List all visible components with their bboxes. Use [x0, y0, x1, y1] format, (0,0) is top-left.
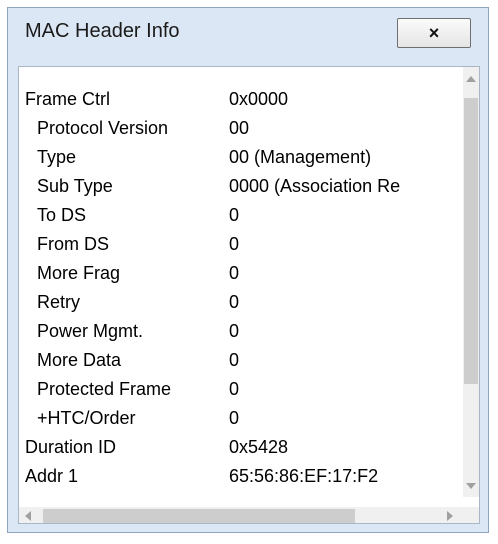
field-row[interactable]: Type 00 (Management) — [19, 143, 455, 171]
field-label: +HTC/Order — [37, 408, 136, 428]
scroll-up-arrow-icon[interactable] — [466, 76, 476, 82]
field-label: More Data — [37, 350, 122, 370]
field-row[interactable]: Protected Frame 0 — [19, 375, 455, 403]
field-row[interactable]: From DS 0 — [19, 230, 455, 258]
horizontal-scroll-thumb[interactable] — [43, 509, 355, 523]
field-label: Retry — [37, 292, 81, 312]
title-bar[interactable]: MAC Header Info × — [8, 8, 488, 60]
field-value: 0000 (Association Re — [229, 176, 401, 196]
field-label: From DS — [37, 234, 109, 254]
field-label: To DS — [37, 205, 87, 225]
scrollbar-corner — [463, 507, 479, 523]
close-icon: × — [428, 23, 440, 43]
field-value: 0 — [229, 234, 240, 254]
scroll-right-arrow-icon[interactable] — [447, 511, 453, 521]
vertical-scrollbar[interactable] — [463, 67, 479, 497]
field-row[interactable]: Sub Type 0000 (Association Re — [19, 172, 455, 200]
field-list: Frame Ctrl 0x0000 Protocol Version 00 Type 00… — [19, 67, 455, 497]
field-row[interactable]: To DS 0 — [19, 201, 455, 229]
field-value: 0 — [229, 350, 240, 370]
field-row[interactable]: More Frag 0 — [19, 259, 455, 287]
field-row[interactable]: Duration ID 0x5428 — [19, 433, 455, 461]
field-value: 0 — [229, 321, 240, 341]
field-row[interactable]: Addr 1 65:56:86:EF:17:F2 — [19, 462, 455, 490]
field-value: 0 — [229, 379, 240, 399]
header-fields-panel: Frame Ctrl 0x0000 Protocol Version 00 Type 00… — [18, 66, 480, 524]
field-value: 0 — [229, 263, 240, 283]
field-label: Sub Type — [37, 176, 113, 196]
field-value: 0x5428 — [229, 437, 289, 457]
scroll-left-arrow-icon[interactable] — [25, 511, 31, 521]
field-value: 0 — [229, 292, 240, 312]
field-row[interactable]: +HTC/Order 0 — [19, 404, 455, 432]
scroll-down-arrow-icon[interactable] — [466, 483, 476, 489]
field-value: 00 — [229, 118, 250, 138]
field-label: More Frag — [37, 263, 121, 283]
field-value: 65:56:86:EF:17:F2 — [229, 466, 379, 486]
field-row[interactable]: Power Mgmt. 0 — [19, 317, 455, 345]
close-button[interactable]: × — [397, 18, 471, 48]
field-label: Duration ID — [25, 437, 117, 457]
field-value: 00 (Management) — [229, 147, 372, 167]
field-row[interactable]: More Data 0 — [19, 346, 455, 374]
mac-header-info-window: MAC Header Info × Frame Ctrl 0x0000 Protoc… — [7, 7, 489, 533]
field-label: Frame Ctrl — [25, 89, 110, 109]
field-label: Addr 1 — [25, 466, 79, 486]
field-row[interactable]: Protocol Version 00 — [19, 114, 455, 142]
field-value: 0 — [229, 408, 240, 428]
field-value: 0x0000 — [229, 89, 289, 109]
horizontal-scrollbar[interactable] — [19, 507, 463, 523]
field-label: Power Mgmt. — [37, 321, 144, 341]
field-row[interactable]: Frame Ctrl 0x0000 — [19, 85, 455, 113]
field-value: 0 — [229, 205, 240, 225]
field-row[interactable]: Retry 0 — [19, 288, 455, 316]
field-label: Type — [37, 147, 77, 167]
field-label: Protected Frame — [37, 379, 172, 399]
window-title: MAC Header Info — [25, 20, 180, 42]
field-label: Protocol Version — [37, 118, 169, 138]
vertical-scroll-thumb[interactable] — [464, 98, 478, 384]
